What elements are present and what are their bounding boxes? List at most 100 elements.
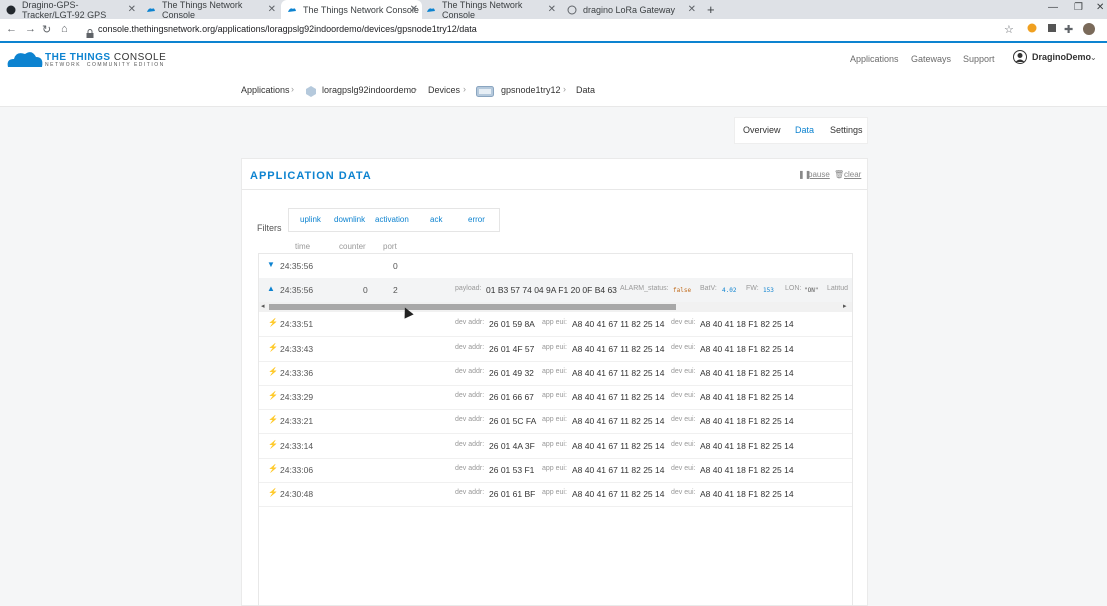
scroll-left-icon[interactable]: ◂	[261, 302, 265, 310]
forward-icon[interactable]: →	[25, 23, 36, 35]
close-tab-icon[interactable]: ✕	[688, 4, 696, 15]
tab-settings[interactable]: Settings	[830, 125, 863, 135]
breadcrumb-app[interactable]: loragpslg92indoordemo	[322, 85, 416, 95]
horizontal-scrollbar[interactable]: ◂ ▸	[259, 302, 852, 312]
table-row-activation[interactable]: ⚡ 24:33:29 dev addr: 26 01 66 67 app eui…	[259, 385, 852, 410]
scroll-right-icon[interactable]: ▸	[843, 302, 847, 310]
ttn-header: THE THINGS CONSOLE NETWORK COMMUNITY EDI…	[0, 41, 1107, 77]
app-eui-label: app eui:	[542, 441, 567, 448]
clear-button[interactable]: clear	[844, 170, 861, 179]
close-tab-icon[interactable]: ✕	[268, 4, 276, 15]
breadcrumb-devices[interactable]: Devices	[428, 85, 460, 95]
table-row-activation[interactable]: ⚡ 24:33:14 dev addr: 26 01 4A 3F app eui…	[259, 434, 852, 459]
scrollbar-thumb[interactable]	[269, 304, 676, 310]
activation-bolt-icon: ⚡	[268, 488, 278, 497]
pause-button[interactable]: pause	[808, 170, 830, 179]
batv-value: 4.02	[722, 287, 737, 294]
user-menu[interactable]: DraginoDemo	[1032, 52, 1091, 62]
table-row-uplink[interactable]: ▲ 24:35:56 0 2 payload: 01 B3 57 74 04 9…	[259, 278, 852, 312]
app-eui-value: A8 40 41 67 11 82 25 14	[572, 344, 665, 354]
dev-eui-label: dev eui:	[671, 344, 696, 351]
browser-tab-active[interactable]: The Things Network Console ✕	[281, 0, 422, 19]
home-icon[interactable]: ⌂	[61, 23, 68, 35]
extension-icon[interactable]	[1047, 23, 1057, 36]
filter-activation[interactable]: activation	[375, 215, 409, 224]
nav-support[interactable]: Support	[963, 54, 995, 64]
reload-icon[interactable]: ↻	[42, 23, 51, 36]
activation-bolt-icon: ⚡	[268, 391, 278, 400]
browser-tab-bar: Dragino-GPS-Tracker/LGT-92 GPS ✕ The Thi…	[0, 0, 1107, 20]
dev-addr-value: 26 01 61 BF	[489, 489, 536, 499]
filter-error[interactable]: error	[468, 215, 485, 224]
bookmark-star-icon[interactable]: ☆	[1004, 23, 1014, 36]
application-icon	[306, 84, 316, 102]
puzzle-icon[interactable]: ✚	[1064, 23, 1073, 36]
url-input[interactable]: console.thethingsnetwork.org/application…	[98, 24, 477, 34]
ttn-icon	[146, 5, 156, 15]
new-tab-icon[interactable]: +	[707, 2, 715, 17]
browser-tab[interactable]: dragino LoRa Gateway ✕	[567, 0, 696, 19]
app-eui-label: app eui:	[542, 465, 567, 472]
nav-gateways[interactable]: Gateways	[911, 54, 951, 64]
filter-ack[interactable]: ack	[430, 215, 442, 224]
row-time: 24:33:51	[280, 319, 314, 329]
filter-uplink[interactable]: uplink	[300, 215, 321, 224]
dev-eui-value: A8 40 41 18 F1 82 25 14	[700, 416, 794, 426]
batv-label: BatV:	[700, 285, 717, 292]
brand-sub: NETWORK COMMUNITY EDITION	[45, 62, 165, 68]
breadcrumb-applications[interactable]: Applications	[241, 85, 290, 95]
restore-icon[interactable]: ❐	[1074, 2, 1083, 13]
ttn-cloud-logo[interactable]	[6, 49, 44, 74]
row-time: 24:33:06	[280, 465, 314, 475]
github-icon	[6, 5, 16, 15]
minimize-icon[interactable]: —	[1048, 2, 1058, 13]
column-port: port	[383, 242, 397, 251]
trash-icon[interactable]: 🗑	[834, 170, 844, 179]
nav-applications[interactable]: Applications	[850, 54, 899, 64]
row-time: 24:33:43	[280, 344, 314, 354]
browser-tab[interactable]: Dragino-GPS-Tracker/LGT-92 GPS ✕	[6, 0, 136, 20]
close-tab-icon[interactable]: ✕	[128, 4, 136, 15]
dev-addr-value: 26 01 4A 3F	[489, 441, 535, 451]
tab-overview[interactable]: Overview	[743, 125, 781, 135]
table-row[interactable]: ▼ 24:35:56 0	[259, 254, 852, 279]
tab-data[interactable]: Data	[795, 125, 814, 135]
extension-icon[interactable]	[1027, 23, 1037, 36]
dev-addr-label: dev addr:	[455, 416, 485, 423]
alarm-label: ALARM_status:	[620, 285, 669, 292]
dev-addr-value: 26 01 59 8A	[489, 319, 535, 329]
activation-bolt-icon: ⚡	[268, 318, 278, 327]
breadcrumb-device[interactable]: gpsnode1try12	[501, 85, 561, 95]
alarm-value: false	[673, 287, 692, 294]
breadcrumb-page: Data	[576, 85, 596, 95]
back-icon[interactable]: ←	[6, 23, 17, 35]
table-row-activation[interactable]: ⚡ 24:30:48 dev addr: 26 01 61 BF app eui…	[259, 482, 852, 507]
activation-bolt-icon: ⚡	[268, 464, 278, 473]
user-icon	[1013, 50, 1027, 69]
application-data-panel: APPLICATION DATA ❚❚ pause 🗑 clear Filter…	[241, 158, 868, 606]
browser-tab[interactable]: The Things Network Console ✕	[426, 0, 556, 20]
row-time: 24:30:48	[280, 489, 314, 499]
dev-addr-value: 26 01 53 F1	[489, 465, 535, 475]
browser-tab[interactable]: The Things Network Console ✕	[146, 0, 276, 20]
close-tab-icon[interactable]: ✕	[548, 4, 556, 15]
panel-title: APPLICATION DATA	[250, 170, 372, 182]
chevron-down-icon[interactable]: ⌄	[1090, 53, 1097, 62]
row-time: 24:35:56	[280, 261, 314, 271]
close-tab-icon[interactable]: ✕	[410, 4, 418, 15]
table-row-activation[interactable]: ⚡ 24:33:43 dev addr: 26 01 4F 57 app eui…	[259, 337, 852, 362]
dev-addr-label: dev addr:	[455, 465, 485, 472]
table-row-activation[interactable]: ⚡ 24:33:06 dev addr: 26 01 53 F1 app eui…	[259, 458, 852, 483]
table-row-activation[interactable]: ⚡ 24:33:51 dev addr: 26 01 59 8A app eui…	[259, 312, 852, 337]
payload-label: payload:	[455, 285, 482, 292]
dev-eui-value: A8 40 41 18 F1 82 25 14	[700, 465, 794, 475]
table-row-activation[interactable]: ⚡ 24:33:36 dev addr: 26 01 49 32 app eui…	[259, 361, 852, 386]
close-window-icon[interactable]: ✕	[1096, 2, 1104, 13]
profile-avatar[interactable]	[1083, 23, 1095, 38]
filter-downlink[interactable]: downlink	[334, 215, 365, 224]
app-eui-label: app eui:	[542, 344, 567, 351]
table-row-activation[interactable]: ⚡ 24:33:21 dev addr: 26 01 5C FA app eui…	[259, 409, 852, 434]
dev-eui-value: A8 40 41 18 F1 82 25 14	[700, 319, 794, 329]
row-time: 24:33:36	[280, 368, 314, 378]
app-eui-value: A8 40 41 67 11 82 25 14	[572, 465, 665, 475]
